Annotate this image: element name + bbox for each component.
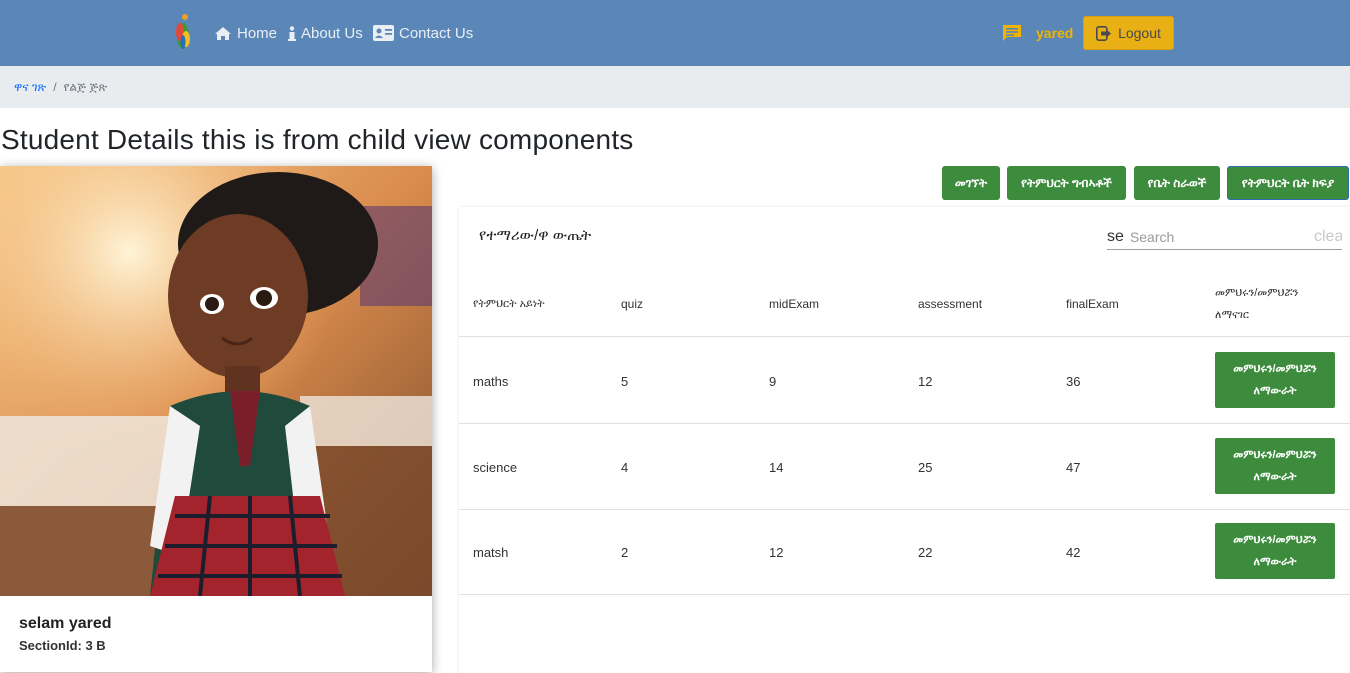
cell-assessment: 22 [918, 544, 933, 560]
search-icon: se [1107, 227, 1124, 245]
message-icon[interactable] [1002, 24, 1022, 42]
logout-icon [1096, 25, 1112, 41]
column-finalexam[interactable]: finalExam [1066, 271, 1119, 337]
cell-quiz: 5 [621, 373, 629, 389]
home-icon [215, 26, 231, 40]
cell-assessment: 25 [918, 459, 933, 475]
logout-label: Logout [1118, 25, 1161, 41]
search-box: se clear [1107, 224, 1342, 250]
nav-home-label: Home [237, 24, 278, 42]
cell-midexam: 14 [769, 459, 784, 475]
cell-assessment: 12 [918, 373, 933, 389]
breadcrumb-current: የልጅ ጅጽ [63, 79, 108, 94]
column-quiz[interactable]: quiz [621, 271, 643, 337]
breadcrumb-home-link[interactable]: ዋና ገጽ [14, 80, 46, 95]
column-assessment[interactable]: assessment [918, 271, 982, 337]
cell-finalexam: 42 [1066, 544, 1081, 560]
table-row: matsh 2 12 22 42 መምህሩን/መምህሯን ለማውራት [459, 509, 1350, 595]
user-area: yared [1002, 22, 1073, 44]
contact-teacher-button[interactable]: መምህሩን/መምህሯን ለማውራት [1215, 438, 1335, 494]
cell-midexam: 12 [769, 544, 784, 560]
nav-home[interactable]: Home [214, 22, 277, 44]
logout-button[interactable]: Logout [1083, 16, 1174, 50]
cell-finalexam: 36 [1066, 373, 1081, 389]
student-section: SectionId: 3 B [19, 638, 106, 653]
nav-about-label: About Us [301, 24, 363, 42]
results-card: የተማሪው/ዋ ውጤት se clear የትምህርት አይነት quiz mi… [459, 207, 1350, 673]
cell-subject: maths [473, 373, 509, 389]
nav-about[interactable]: About Us [288, 22, 363, 44]
column-midexam[interactable]: midExam [769, 271, 819, 337]
homework-button[interactable]: የቤት ስራወች [1134, 166, 1220, 200]
student-photo [0, 166, 432, 596]
table-row: science 4 14 25 47 መምህሩን/መምህሯን ለማውራት [459, 424, 1350, 510]
cell-quiz: 2 [621, 544, 629, 560]
contact-card-icon [373, 25, 394, 41]
cell-subject: matsh [473, 544, 509, 560]
table-header: የትምህርት አይነት quiz midExam assessment fina… [459, 271, 1350, 337]
cell-midexam: 9 [769, 373, 777, 389]
contact-teacher-button[interactable]: መምህሩን/መምህሯን ለማውራት [1215, 523, 1335, 579]
user-name[interactable]: yared [1036, 25, 1073, 41]
student-profile-card: selam yared SectionId: 3 B [0, 166, 432, 672]
student-name: selam yared [19, 615, 112, 632]
column-contact-teacher[interactable]: መምህሩን/መምህሯን ለማናገር [1215, 271, 1325, 337]
page-title: Student Details this is from child view … [1, 124, 634, 155]
cell-finalexam: 47 [1066, 459, 1081, 475]
breadcrumb-separator: / [53, 80, 57, 94]
nav-contact-label: Contact Us [399, 24, 474, 42]
cell-subject: science [473, 459, 518, 475]
school-fee-button[interactable]: የትምህርት ቤት ክፍያ [1227, 166, 1349, 200]
attendance-button[interactable]: መገኘት [942, 166, 1000, 200]
logo-icon[interactable] [172, 12, 194, 54]
learning-materials-button[interactable]: የትምህርት ግብኣቶች [1007, 166, 1126, 200]
cell-quiz: 4 [621, 459, 629, 475]
contact-teacher-button[interactable]: መምህሩን/መምህሯን ለማውራት [1215, 352, 1335, 408]
navbar: Home About Us Contact Us yared Logout [0, 0, 1350, 66]
clear-search-button[interactable]: clear [1314, 228, 1342, 246]
results-title: የተማሪው/ዋ ውጤት [479, 227, 592, 244]
nav-contact[interactable]: Contact Us [373, 22, 473, 44]
search-input[interactable] [1129, 228, 1300, 245]
table-row: maths 5 9 12 36 መምህሩን/መምህሯን ለማውራት [459, 338, 1350, 424]
info-icon [288, 25, 296, 41]
breadcrumb: ዋና ገጽ / የልጅ ጅጽ [0, 66, 1350, 108]
column-subject[interactable]: የትምህርት አይነት [473, 271, 545, 337]
